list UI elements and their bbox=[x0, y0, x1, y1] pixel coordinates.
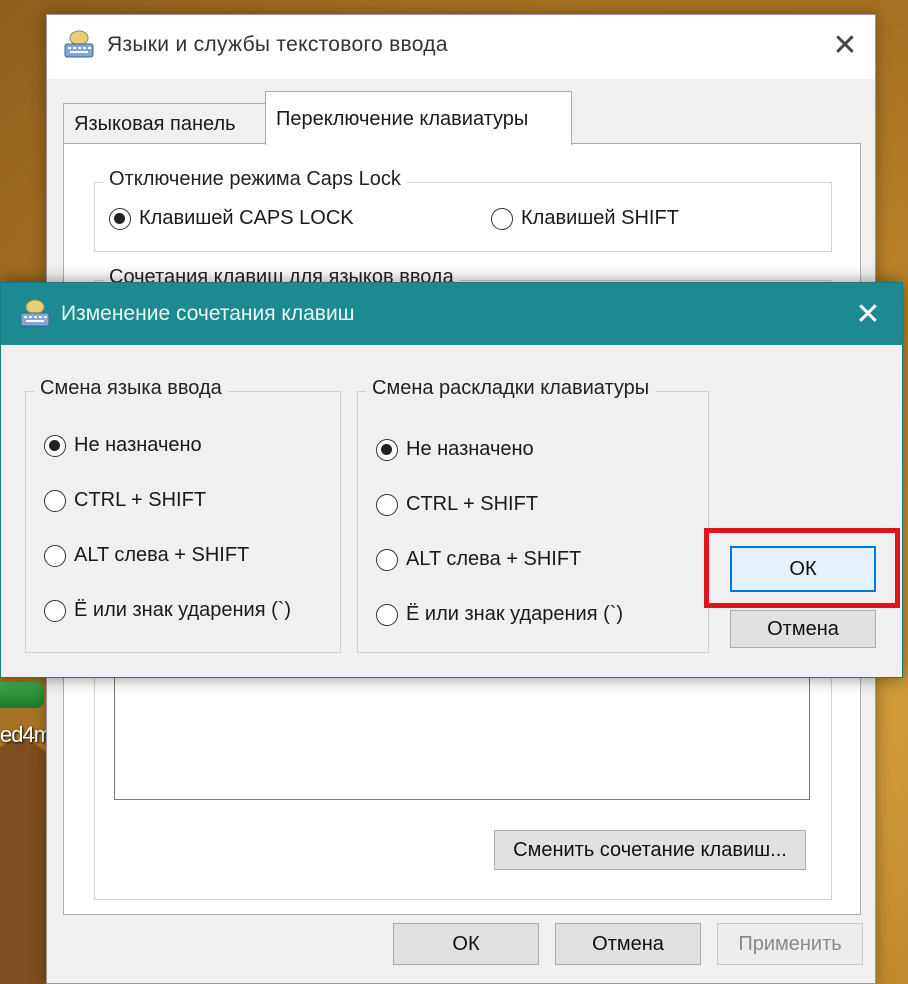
keyboard-icon bbox=[63, 30, 95, 60]
radio-button[interactable] bbox=[376, 603, 398, 626]
radio-button[interactable] bbox=[376, 493, 398, 516]
radio-input-not-assigned[interactable]: Не назначено bbox=[44, 434, 202, 457]
radio-button-selected[interactable] bbox=[109, 207, 131, 230]
radio-label: Клавишей SHIFT bbox=[521, 207, 679, 229]
hotkey-list[interactable] bbox=[114, 674, 810, 800]
radio-label: Не назначено bbox=[74, 434, 202, 456]
radio-layout-alt-shift[interactable]: ALT слева + SHIFT bbox=[376, 548, 581, 571]
caps-lock-group: Отключение режима Caps Lock Клавишей CAP… bbox=[94, 168, 832, 252]
radio-layout-not-assigned[interactable]: Не назначено bbox=[376, 438, 534, 461]
desktop-app-icon[interactable] bbox=[0, 682, 44, 708]
radio-button-selected[interactable] bbox=[376, 438, 398, 461]
ok-button[interactable]: ОК bbox=[393, 923, 539, 965]
tab-language-bar[interactable]: Языковая панель bbox=[63, 103, 267, 143]
radio-layout-ctrl-shift[interactable]: CTRL + SHIFT bbox=[376, 493, 538, 516]
radio-label: ALT слева + SHIFT bbox=[406, 548, 582, 570]
change-key-sequence-button[interactable]: Сменить сочетание клавиш... bbox=[494, 830, 806, 870]
dialog-ok-button[interactable]: ОК bbox=[730, 546, 876, 592]
radio-input-alt-shift[interactable]: ALT слева + SHIFT bbox=[44, 544, 249, 567]
title-bar[interactable]: Языки и службы текстового ввода ✕ bbox=[47, 15, 875, 79]
radio-label: Клавишей CAPS LOCK bbox=[139, 207, 354, 229]
radio-label: CTRL + SHIFT bbox=[74, 489, 207, 511]
close-icon[interactable]: ✕ bbox=[815, 15, 875, 75]
keyboard-layout-group: Смена раскладки клавиатуры Не назначено … bbox=[357, 377, 709, 653]
group-legend: Смена языка ввода bbox=[34, 377, 228, 400]
radio-caps-lock-key[interactable]: Клавишей CAPS LOCK bbox=[109, 207, 354, 230]
dialog-title: Изменение сочетания клавиш bbox=[61, 302, 355, 325]
cancel-button[interactable]: Отмена bbox=[555, 923, 701, 965]
radio-input-ctrl-shift[interactable]: CTRL + SHIFT bbox=[44, 489, 206, 512]
keyboard-icon bbox=[19, 299, 51, 329]
input-language-group: Смена языка ввода Не назначено CTRL + SH… bbox=[25, 377, 341, 653]
desktop-icon-label: ed4m bbox=[0, 722, 52, 747]
radio-layout-grave[interactable]: Ё или знак ударения (`) bbox=[376, 603, 623, 626]
radio-button-selected[interactable] bbox=[44, 434, 66, 457]
radio-button[interactable] bbox=[491, 207, 513, 230]
apply-button[interactable]: Применить bbox=[717, 923, 863, 965]
radio-button[interactable] bbox=[376, 548, 398, 571]
group-legend: Отключение режима Caps Lock bbox=[103, 168, 407, 191]
close-icon[interactable]: ✕ bbox=[840, 284, 896, 344]
radio-label: CTRL + SHIFT bbox=[406, 493, 539, 515]
radio-button[interactable] bbox=[44, 544, 66, 567]
radio-label: Не назначено bbox=[406, 438, 534, 460]
radio-label: ALT слева + SHIFT bbox=[74, 544, 250, 566]
radio-button[interactable] bbox=[44, 489, 66, 512]
radio-button[interactable] bbox=[44, 599, 66, 622]
dialog-cancel-button[interactable]: Отмена bbox=[730, 610, 876, 648]
tab-keyboard-switching[interactable]: Переключение клавиатуры bbox=[265, 91, 572, 145]
radio-label: Ё или знак ударения (`) bbox=[74, 599, 292, 621]
window-title: Языки и службы текстового ввода bbox=[107, 33, 448, 56]
radio-shift-key[interactable]: Клавишей SHIFT bbox=[491, 207, 679, 230]
group-legend: Смена раскладки клавиатуры bbox=[366, 377, 656, 400]
radio-label: Ё или знак ударения (`) bbox=[406, 603, 624, 625]
radio-input-grave[interactable]: Ё или знак ударения (`) bbox=[44, 599, 291, 622]
dialog-title-bar[interactable]: Изменение сочетания клавиш ✕ bbox=[1, 283, 902, 345]
